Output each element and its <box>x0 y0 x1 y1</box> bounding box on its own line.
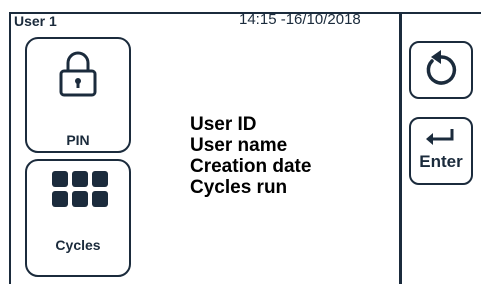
pin-button[interactable]: PIN <box>25 37 131 153</box>
info-creation-date: Creation date <box>190 156 312 177</box>
enter-button[interactable]: Enter <box>409 117 473 185</box>
grid-icon <box>52 171 108 215</box>
enter-label: Enter <box>419 152 463 171</box>
back-icon <box>426 50 457 85</box>
enter-icon <box>426 129 454 145</box>
cycles-label: Cycles <box>55 237 101 253</box>
pin-label: PIN <box>66 132 90 148</box>
datetime: 14:15 -16/10/2018 <box>239 11 361 28</box>
back-button[interactable] <box>409 41 473 99</box>
screen: User 1 14:15 -16/10/2018 PIN Cycles User… <box>0 0 481 284</box>
info-cycles-run: Cycles run <box>190 177 288 198</box>
info-user-name: User name <box>190 135 288 156</box>
info-user-id: User ID <box>190 114 257 135</box>
cycles-button[interactable]: Cycles <box>25 159 131 277</box>
lock-icon <box>59 51 97 97</box>
user-info: User ID User name Creation date Cycles r… <box>190 114 311 198</box>
user-label: User 1 <box>14 13 57 29</box>
